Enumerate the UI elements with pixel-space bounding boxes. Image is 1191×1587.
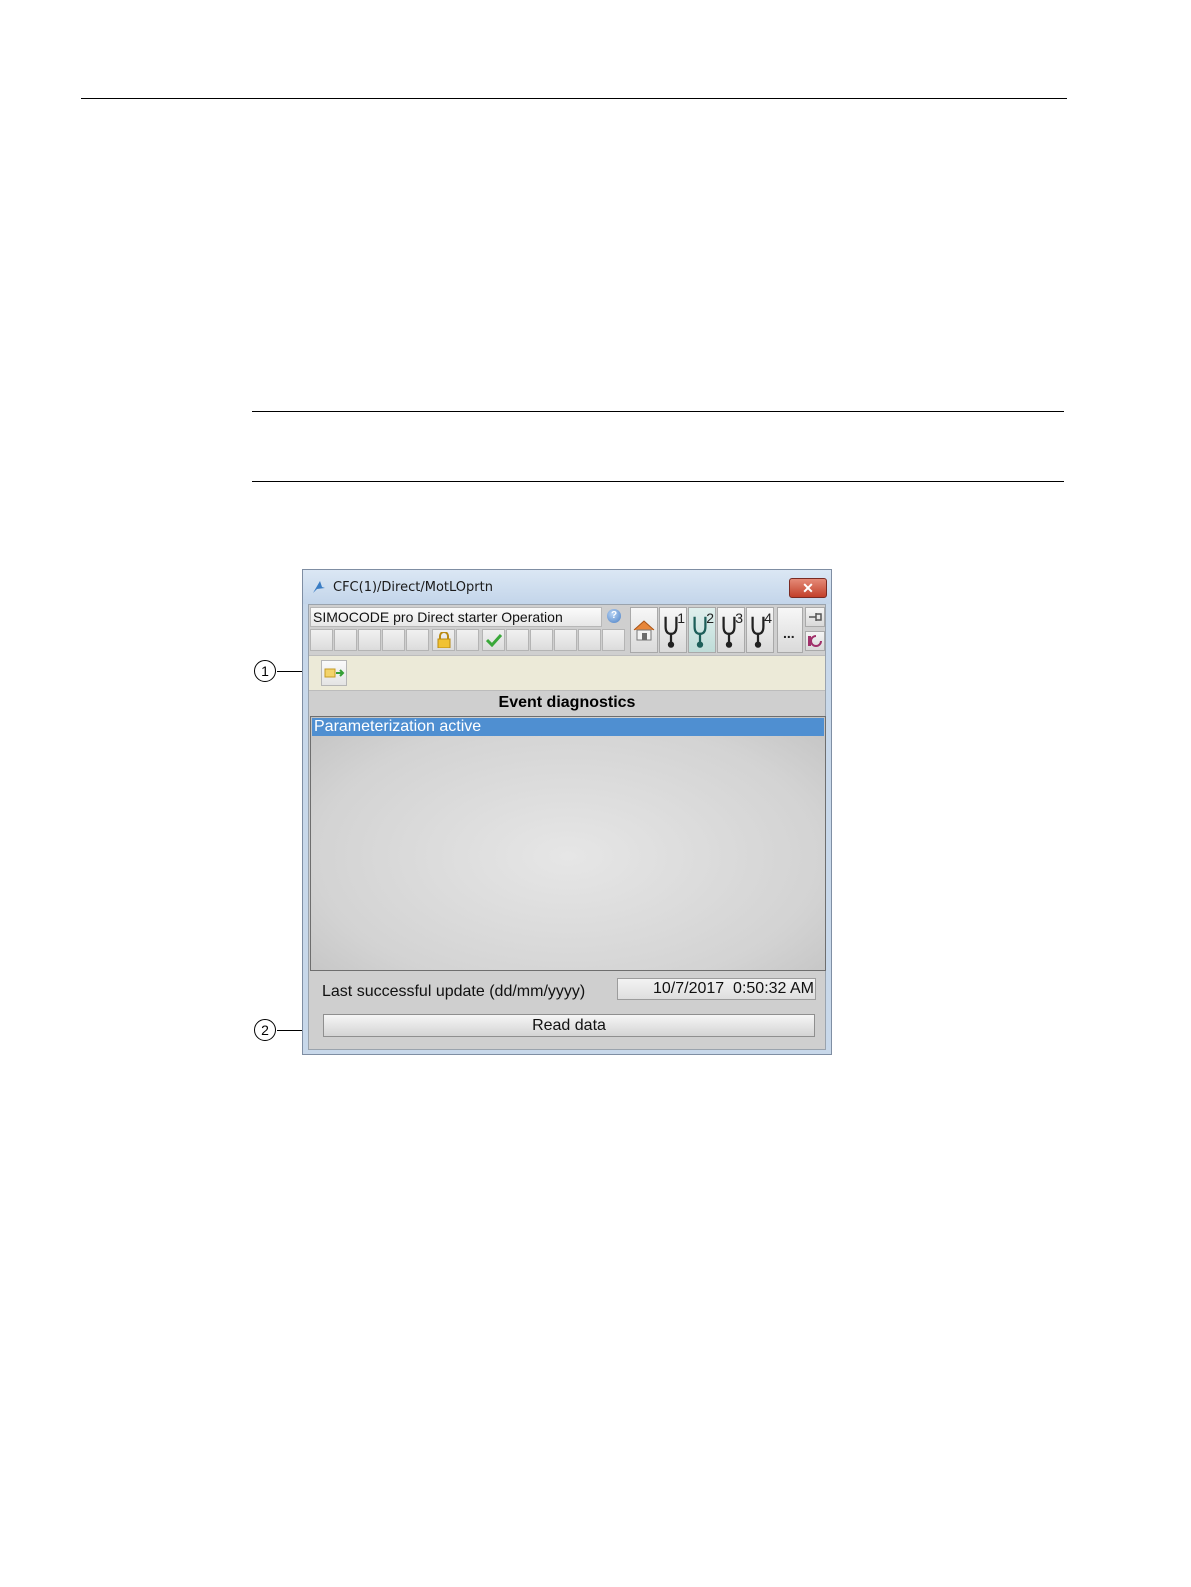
pin-icon bbox=[809, 613, 822, 621]
return-button[interactable] bbox=[805, 631, 825, 651]
close-button[interactable]: ✕ bbox=[789, 578, 827, 598]
status-cell bbox=[554, 629, 577, 651]
faceplate-body: SIMOCODE pro Direct starter Operation ? bbox=[308, 604, 826, 1050]
faceplate-window: CFC(1)/Direct/MotLOprtn ✕ SIMOCODE pro D… bbox=[302, 569, 832, 1055]
event-list[interactable]: Parameterization active bbox=[310, 716, 826, 971]
callout-2: 2 bbox=[254, 1019, 276, 1041]
export-to-view-icon bbox=[324, 668, 345, 678]
more-label: ... bbox=[783, 625, 795, 641]
faceplate-name: SIMOCODE pro Direct starter Operation bbox=[310, 607, 602, 627]
view-number: 2 bbox=[706, 610, 714, 626]
view-number: 3 bbox=[735, 610, 743, 626]
status-cell bbox=[310, 629, 333, 651]
checkmark-icon bbox=[486, 633, 502, 647]
standard-view-button[interactable] bbox=[630, 607, 658, 653]
callout-1: 1 bbox=[254, 660, 276, 682]
help-icon[interactable]: ? bbox=[607, 609, 621, 623]
view-number: 1 bbox=[677, 610, 685, 626]
lock-icon bbox=[437, 632, 451, 648]
status-cell bbox=[382, 629, 405, 651]
status-cell bbox=[456, 629, 479, 651]
pin-button[interactable] bbox=[805, 607, 825, 627]
page-header-rule bbox=[81, 98, 1067, 99]
window-title: CFC(1)/Direct/MotLOprtn bbox=[333, 580, 493, 595]
status-cell bbox=[506, 629, 529, 651]
status-cell bbox=[358, 629, 381, 651]
diagnostic-view-3-button[interactable]: 3 bbox=[717, 607, 745, 653]
status-cell bbox=[334, 629, 357, 651]
status-cell bbox=[602, 629, 625, 651]
status-cell-check bbox=[482, 629, 505, 651]
status-cell-lock bbox=[432, 629, 455, 651]
status-cell bbox=[406, 629, 429, 651]
diagnostic-view-1-button[interactable]: 1 bbox=[659, 607, 687, 653]
title-bar[interactable]: CFC(1)/Direct/MotLOprtn ✕ bbox=[303, 570, 831, 604]
more-views-button[interactable]: ... bbox=[777, 607, 803, 653]
last-update-value: 10/7/2017 0:50:32 AM bbox=[617, 978, 816, 1000]
status-cell bbox=[530, 629, 553, 651]
export-to-view-button[interactable] bbox=[321, 660, 347, 686]
section-title: Event diagnostics bbox=[498, 694, 636, 711]
read-data-button[interactable]: Read data bbox=[323, 1014, 815, 1037]
note-bottom-rule bbox=[252, 481, 1064, 482]
return-icon bbox=[808, 635, 822, 647]
diagnostic-view-4-button[interactable]: 4 bbox=[746, 607, 774, 653]
last-update-label: Last successful update (dd/mm/yyyy) bbox=[322, 983, 586, 1000]
view-toolbar bbox=[309, 655, 825, 691]
note-top-rule bbox=[252, 411, 1064, 412]
close-icon: ✕ bbox=[802, 580, 814, 596]
view-number: 4 bbox=[764, 610, 772, 626]
diagnostic-view-2-button[interactable]: 2 bbox=[688, 607, 716, 653]
status-cell bbox=[578, 629, 601, 651]
home-icon bbox=[633, 620, 655, 641]
app-logo-icon bbox=[313, 581, 325, 593]
list-item[interactable]: Parameterization active bbox=[312, 718, 824, 736]
